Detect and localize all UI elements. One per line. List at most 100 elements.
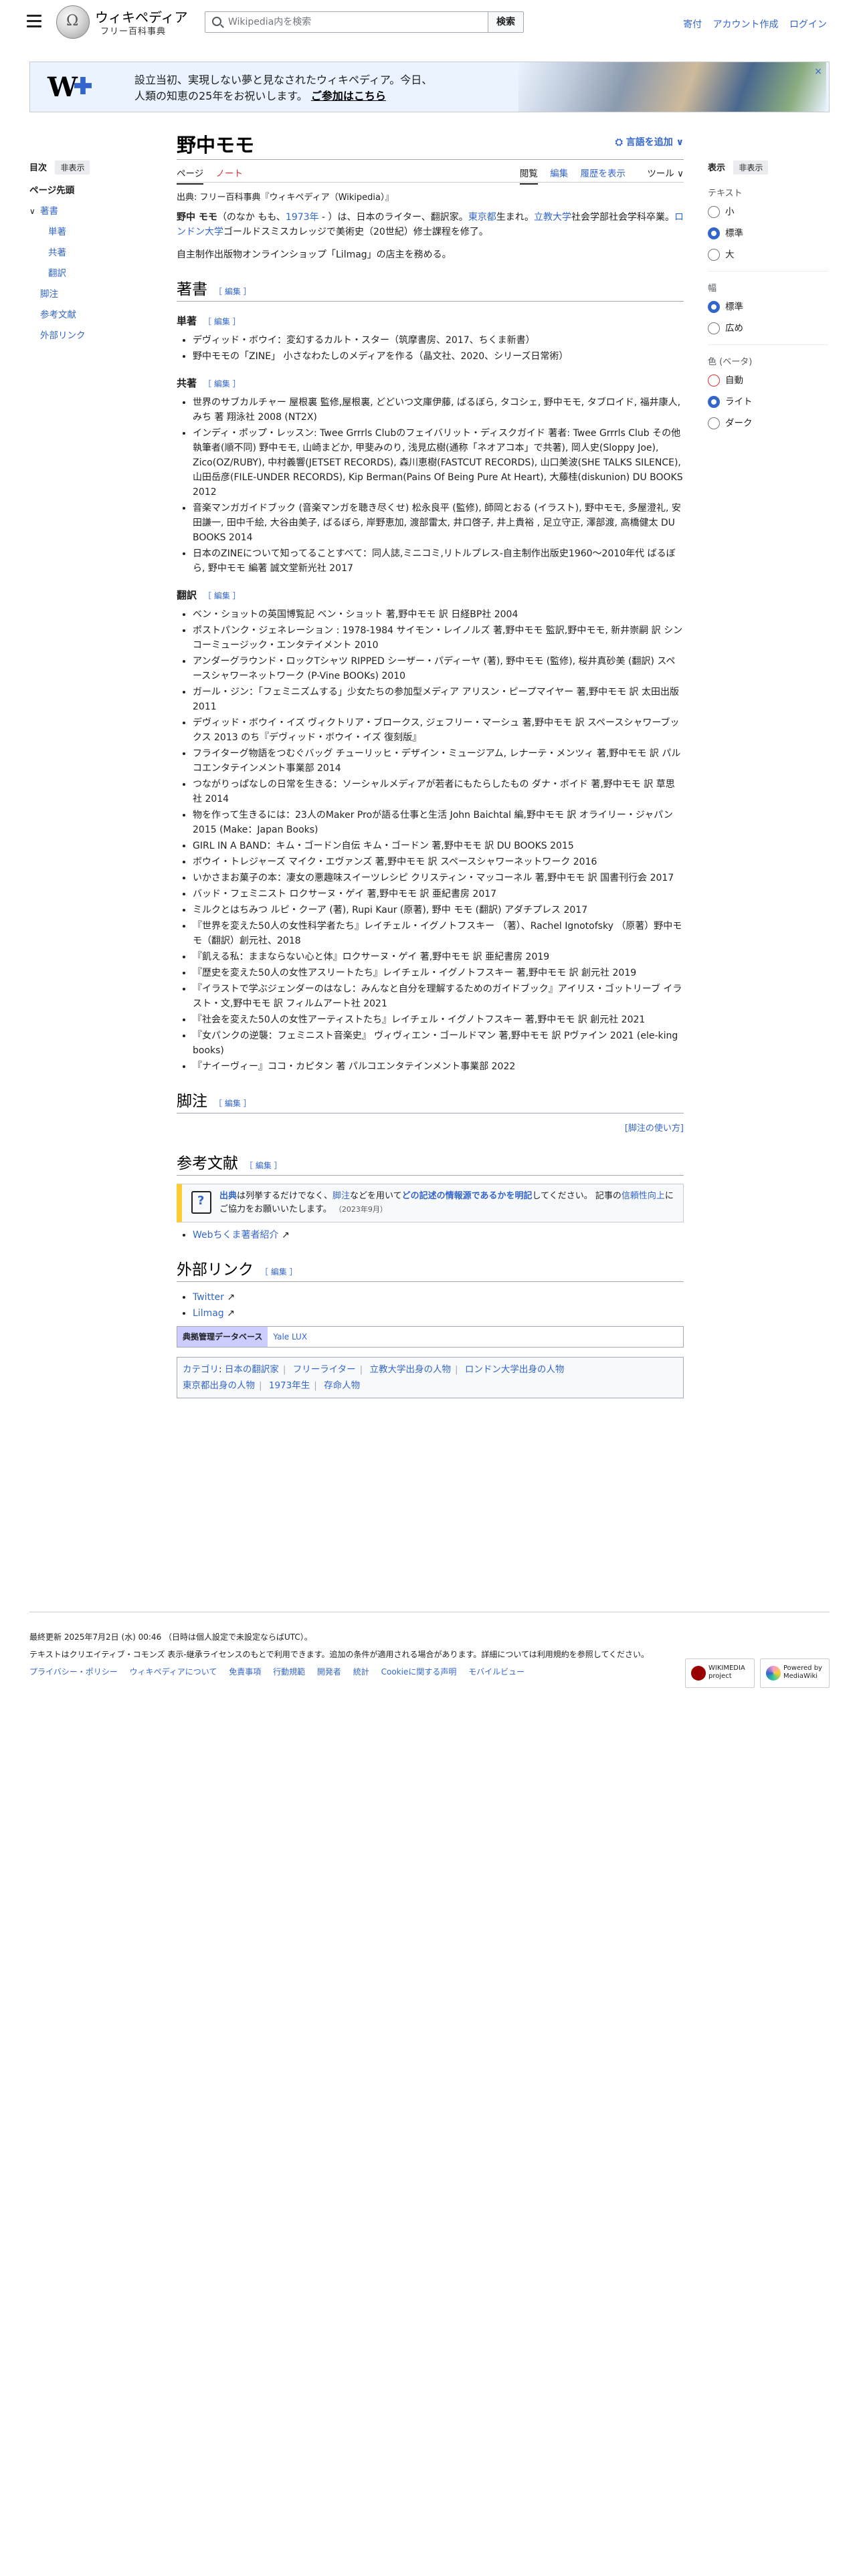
logo-tagline: フリー百科事典: [100, 27, 167, 37]
ref-link[interactable]: Webちくま著者紹介: [193, 1230, 279, 1241]
color-dark[interactable]: ダーク: [708, 413, 828, 434]
tab-history[interactable]: 履歴を表示: [581, 169, 626, 179]
color-light[interactable]: ライト: [708, 391, 828, 413]
last-updated: 最終更新 2025年7月2日 (水) 00:46 （日時は個人設定で未設定ならば…: [29, 1632, 312, 1642]
list-item: ミルクとはちみつ ルピ・クーア (著), Rupi Kaur (原著), 野中 …: [193, 903, 684, 918]
category-link[interactable]: 東京都出身の人物: [183, 1380, 255, 1391]
donate-link[interactable]: 寄付: [683, 19, 702, 30]
link-1973[interactable]: 1973年: [286, 212, 319, 223]
edit-link[interactable]: ［ 編集 ］: [214, 287, 252, 296]
close-icon[interactable]: ×: [814, 66, 822, 77]
width-standard[interactable]: 標準: [708, 296, 828, 318]
footer-link[interactable]: プライバシー・ポリシー: [29, 1667, 118, 1677]
width-label: 幅: [708, 271, 828, 294]
toc-item-works[interactable]: ∨ 著書: [29, 201, 150, 222]
notice-link-specify[interactable]: どの記述の情報源であるかを明記: [402, 1191, 533, 1201]
edit-link[interactable]: ［ 編集 ］: [214, 1099, 252, 1108]
category-link[interactable]: 存命人物: [324, 1380, 360, 1391]
category-link[interactable]: フリーライター: [293, 1364, 356, 1375]
list-item: 『飢える私：ままならない心と体』ロクサーヌ・ゲイ 著,野中モモ 訳 亜紀書房 2…: [193, 950, 684, 964]
text-size-standard[interactable]: 標準: [708, 223, 828, 244]
list-item: 『ナイーヴィー』ココ・カピタン 著 パルコエンタテインメント事業部 2022: [193, 1059, 684, 1074]
view-tabs: 閲覧 編集 履歴を表示 ツール ∨: [510, 166, 684, 185]
category-link[interactable]: 日本の翻訳家: [225, 1364, 279, 1375]
list-item: ポストパンク・ジェネレーション : 1978-1984 サイモン・レイノルズ 著…: [193, 623, 684, 653]
edit-link[interactable]: ［ 編集 ］: [203, 317, 241, 326]
edit-link[interactable]: ［ 編集 ］: [260, 1267, 298, 1277]
list-item: 『イラストで学ぶジェンダーのはなし：みんなと自分を理解するためのガイドブック』ア…: [193, 982, 684, 1011]
login-link[interactable]: ログイン: [789, 19, 827, 30]
search-input[interactable]: [228, 12, 482, 32]
category-link[interactable]: 1973年生: [269, 1380, 310, 1391]
wikipedia-logo-icon[interactable]: [56, 5, 90, 39]
color-auto[interactable]: 自動: [708, 370, 828, 391]
edit-link[interactable]: ［ 編集 ］: [203, 379, 241, 389]
link-tokyo[interactable]: 東京都: [468, 212, 496, 223]
text-size-small[interactable]: 小: [708, 201, 828, 223]
footer-link[interactable]: ウィキペディアについて: [130, 1667, 217, 1677]
toc-item-external[interactable]: 外部リンク: [29, 326, 150, 346]
twitter-link[interactable]: Twitter: [193, 1292, 224, 1303]
category-link[interactable]: ロンドン大学出身の人物: [465, 1364, 565, 1375]
language-button[interactable]: ⛭ 言語を追加 ∨: [615, 135, 684, 148]
tab-edit[interactable]: 編集: [550, 169, 568, 179]
wikimedia-badge[interactable]: WIKIMEDIA project: [685, 1658, 755, 1688]
create-account-link[interactable]: アカウント作成: [713, 19, 779, 30]
toc-item-notes[interactable]: 脚注: [29, 284, 150, 305]
edit-link[interactable]: ［ 編集 ］: [203, 591, 241, 601]
search-button[interactable]: 検索: [488, 11, 524, 33]
toc-hide-button[interactable]: 非表示: [55, 160, 90, 175]
joint-works-list: 世界のサブカルチャー 屋根裏 監修,屋根裏, どどいつ文庫伊藤, ばるぼら, タ…: [193, 395, 684, 576]
link-rikkyo[interactable]: 立教大学: [534, 212, 571, 223]
list-item: 物を作って生きるには：23人のMaker Proが語る仕事と生活 John Ba…: [193, 808, 684, 837]
category-links: カテゴリ: 日本の翻訳家 | フリーライター | 立教大学出身の人物 | ロンドン大学…: [177, 1357, 684, 1398]
footer-link[interactable]: モバイルビュー: [468, 1667, 524, 1677]
toc-item-references[interactable]: 参考文献: [29, 305, 150, 326]
wikimedia-logo-icon: [691, 1666, 706, 1681]
tab-talk[interactable]: ノート: [216, 169, 244, 179]
notice-link-footnote[interactable]: 脚注: [332, 1191, 350, 1201]
fundraising-banner: W 設立当初、実現しない夢と見なされたウィキペディア。今日、 人類の知恵の25年…: [29, 62, 830, 112]
page-title: 野中モモ: [177, 135, 255, 156]
toc-title: 目次: [29, 163, 47, 173]
mediawiki-badge[interactable]: Powered by MediaWiki: [760, 1658, 830, 1688]
toc-item-top[interactable]: ページ先頭: [29, 181, 150, 201]
toc-item-single[interactable]: 単著: [29, 222, 150, 243]
text-size-large[interactable]: 大: [708, 244, 828, 265]
toc-item-joint[interactable]: 共著: [29, 243, 150, 263]
tab-tools[interactable]: ツール ∨: [638, 169, 684, 179]
notice-link-source[interactable]: 出典: [219, 1191, 237, 1201]
footer-link[interactable]: 免責事項: [229, 1667, 261, 1677]
category-label[interactable]: カテゴリ: [183, 1364, 219, 1375]
header: ウィキペディア フリー百科事典 検索 寄付 アカウント作成 ログイン: [0, 0, 859, 44]
category-link[interactable]: 立教大学出身の人物: [370, 1364, 452, 1375]
references-list: Webちくま著者紹介 ↗: [193, 1228, 684, 1243]
list-item: 音楽マンガガイドブック (音楽マンガを聴き尽くせ) 松永良平 (監修), 師岡と…: [193, 501, 684, 545]
footnote-help-link[interactable]: [脚注の使い方]: [177, 1121, 684, 1136]
footer-link[interactable]: 開発者: [317, 1667, 341, 1677]
toc-item-translation[interactable]: 翻訳: [29, 263, 150, 284]
footer-link[interactable]: 行動規範: [273, 1667, 305, 1677]
appearance-hide-button[interactable]: 非表示: [733, 160, 769, 175]
authority-link[interactable]: Yale LUX: [268, 1327, 312, 1347]
puzzle-image: [518, 62, 826, 112]
notice-link-reliability[interactable]: 信頼性向上: [622, 1191, 665, 1201]
heading-translation: 翻訳 ［ 編集 ］: [177, 589, 241, 601]
edit-link[interactable]: ［ 編集 ］: [245, 1161, 282, 1170]
footer-link[interactable]: 統計: [353, 1667, 369, 1677]
single-works-list: デヴィッド・ボウイ：変幻するカルト・スター（筑摩書房、2017、ちくま新書） 野…: [193, 333, 684, 364]
banner-cta-link[interactable]: ご参加はこちら: [311, 90, 386, 102]
footer-link[interactable]: Cookieに関する声明: [381, 1667, 457, 1677]
appearance-title: 表示: [708, 163, 726, 173]
chevron-down-icon[interactable]: ∨: [29, 201, 35, 222]
authority-control: 典拠管理データベース Yale LUX: [177, 1326, 684, 1348]
heading-joint: 共著 ［ 編集 ］: [177, 377, 241, 389]
source-line: 出典: フリー百科事典『ウィキペディア（Wikipedia）』: [177, 193, 394, 203]
authority-label[interactable]: 典拠管理データベース: [177, 1327, 268, 1347]
list-item: いかさまお菓子の本：凄女の悪趣味スイーツレシピ クリスティン・マッコーネル 著,…: [193, 871, 684, 885]
logo-title[interactable]: ウィキペディア: [95, 7, 188, 26]
lilmag-link[interactable]: Lilmag: [193, 1308, 224, 1319]
main-menu-icon[interactable]: [27, 15, 41, 28]
width-wide[interactable]: 広め: [708, 318, 828, 339]
list-item: 野中モモの「ZINE」 小さなわたしのメディアを作る（晶文社、2020、シリーズ…: [193, 349, 684, 364]
